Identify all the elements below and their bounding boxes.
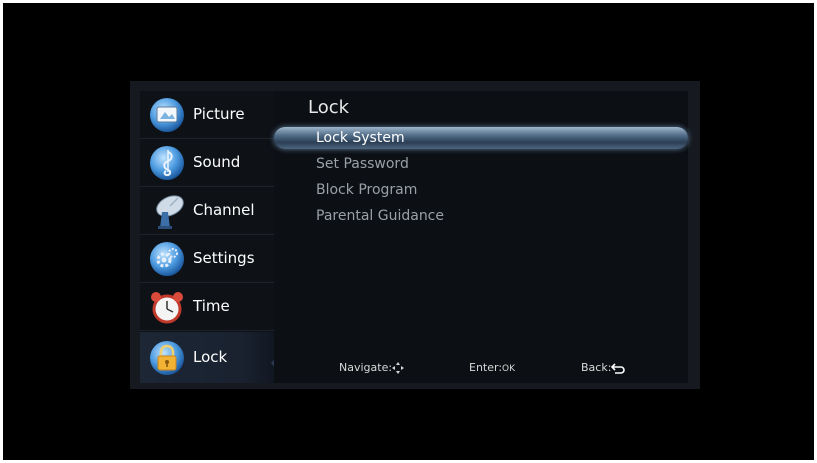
sidebar-item-label: Sound — [193, 153, 241, 171]
back-label: Back: — [581, 361, 612, 374]
sidebar-item-channel[interactable]: Channel — [140, 187, 274, 235]
enter-label: Enter: — [469, 361, 503, 374]
sidebar-item-time[interactable]: Time — [140, 283, 274, 331]
sidebar-item-label: Settings — [193, 249, 255, 267]
sidebar-item-label: Time — [193, 297, 230, 315]
alarm-clock-icon — [151, 292, 183, 324]
osd-menu: Picture Sound Channel Settings Time Lock… — [130, 81, 700, 389]
back-arrow-icon — [611, 363, 626, 374]
sidebar-item-lock[interactable]: Lock — [140, 332, 274, 383]
sidebar-item-sound[interactable]: Sound — [140, 139, 274, 187]
sidebar-item-label: Channel — [193, 201, 255, 219]
page-title: Lock — [308, 97, 350, 118]
tv-screen: Picture Sound Channel Settings Time Lock… — [3, 3, 814, 460]
enter-hint: Enter:OK — [469, 361, 515, 374]
sidebar-item-settings[interactable]: Settings — [140, 235, 274, 283]
sidebar-item-picture[interactable]: Picture — [140, 91, 274, 139]
music-note-icon — [150, 146, 184, 180]
navigate-label: Navigate: — [339, 361, 393, 374]
navigate-arrows-icon — [392, 362, 405, 374]
picture-icon — [150, 98, 184, 132]
back-hint: Back: — [581, 361, 626, 374]
main-menu-sidebar: Picture Sound Channel Settings Time Lock — [140, 91, 283, 383]
menu-item-parental-guidance[interactable]: Parental Guidance — [316, 208, 444, 224]
satellite-dish-icon — [156, 195, 184, 229]
padlock-icon — [150, 341, 184, 375]
ok-key-label: OK — [502, 364, 516, 374]
gear-icon — [150, 242, 184, 276]
navigate-hint: Navigate: — [339, 361, 405, 374]
menu-item-block-program[interactable]: Block Program — [316, 182, 417, 198]
lock-submenu-panel: Lock Lock System Set Password Block Prog… — [274, 91, 688, 383]
menu-item-lock-system[interactable]: Lock System — [316, 130, 405, 146]
menu-item-set-password[interactable]: Set Password — [316, 156, 409, 172]
sidebar-item-label: Lock — [193, 348, 228, 366]
sidebar-item-label: Picture — [193, 105, 245, 123]
